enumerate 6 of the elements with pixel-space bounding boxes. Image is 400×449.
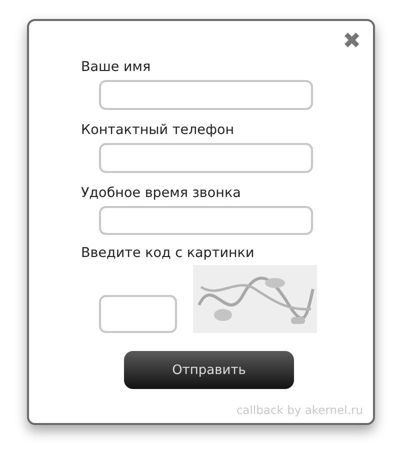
close-icon[interactable]: ✖ [342, 31, 361, 53]
field-label: Ваше имя [81, 59, 151, 75]
field-label: Контактный телефон [81, 122, 234, 138]
field-label: Удобное время звонка [81, 184, 241, 201]
captcha-label: Введите код с картинки [81, 245, 254, 262]
submit-button[interactable]: Отправить [124, 351, 294, 390]
